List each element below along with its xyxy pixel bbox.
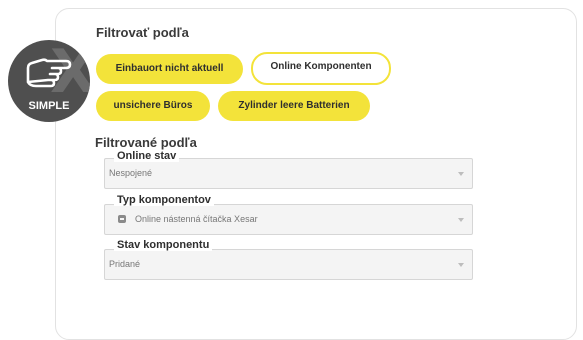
hand-pointing-icon [26, 58, 72, 88]
chip-unsichere-bueros[interactable]: unsichere Büros [96, 91, 210, 121]
chip-zylinder-batterien[interactable]: Zylinder leere Batterien [218, 91, 370, 121]
component-state-select[interactable]: Pridané [104, 249, 473, 280]
wall-reader-icon [118, 215, 126, 223]
online-status-label: Online stav [114, 150, 180, 162]
chip-einbauort[interactable]: Einbauort nicht aktuell [96, 54, 243, 84]
component-type-label: Typ komponentov [114, 194, 214, 206]
online-status-select[interactable]: Nespojené [104, 158, 473, 189]
filter-heading: Filtrovať podľa [96, 25, 189, 40]
caret-down-icon [458, 172, 464, 176]
chip-online-komponenten[interactable]: Online Komponenten [251, 52, 391, 85]
badge-label: SIMPLE [28, 100, 70, 112]
simple-badge: X SIMPLE [8, 40, 90, 122]
component-type-select[interactable]: Online nástenná čítačka Xesar [104, 204, 473, 235]
caret-down-icon [458, 263, 464, 267]
filtered-heading: Filtrované podľa [95, 135, 197, 150]
component-state-value: Pridané [109, 259, 141, 269]
component-state-label: Stav komponentu [114, 239, 213, 251]
caret-down-icon [458, 218, 464, 222]
component-type-value: Online nástenná čítačka Xesar [135, 214, 258, 224]
online-status-value: Nespojené [109, 168, 153, 178]
